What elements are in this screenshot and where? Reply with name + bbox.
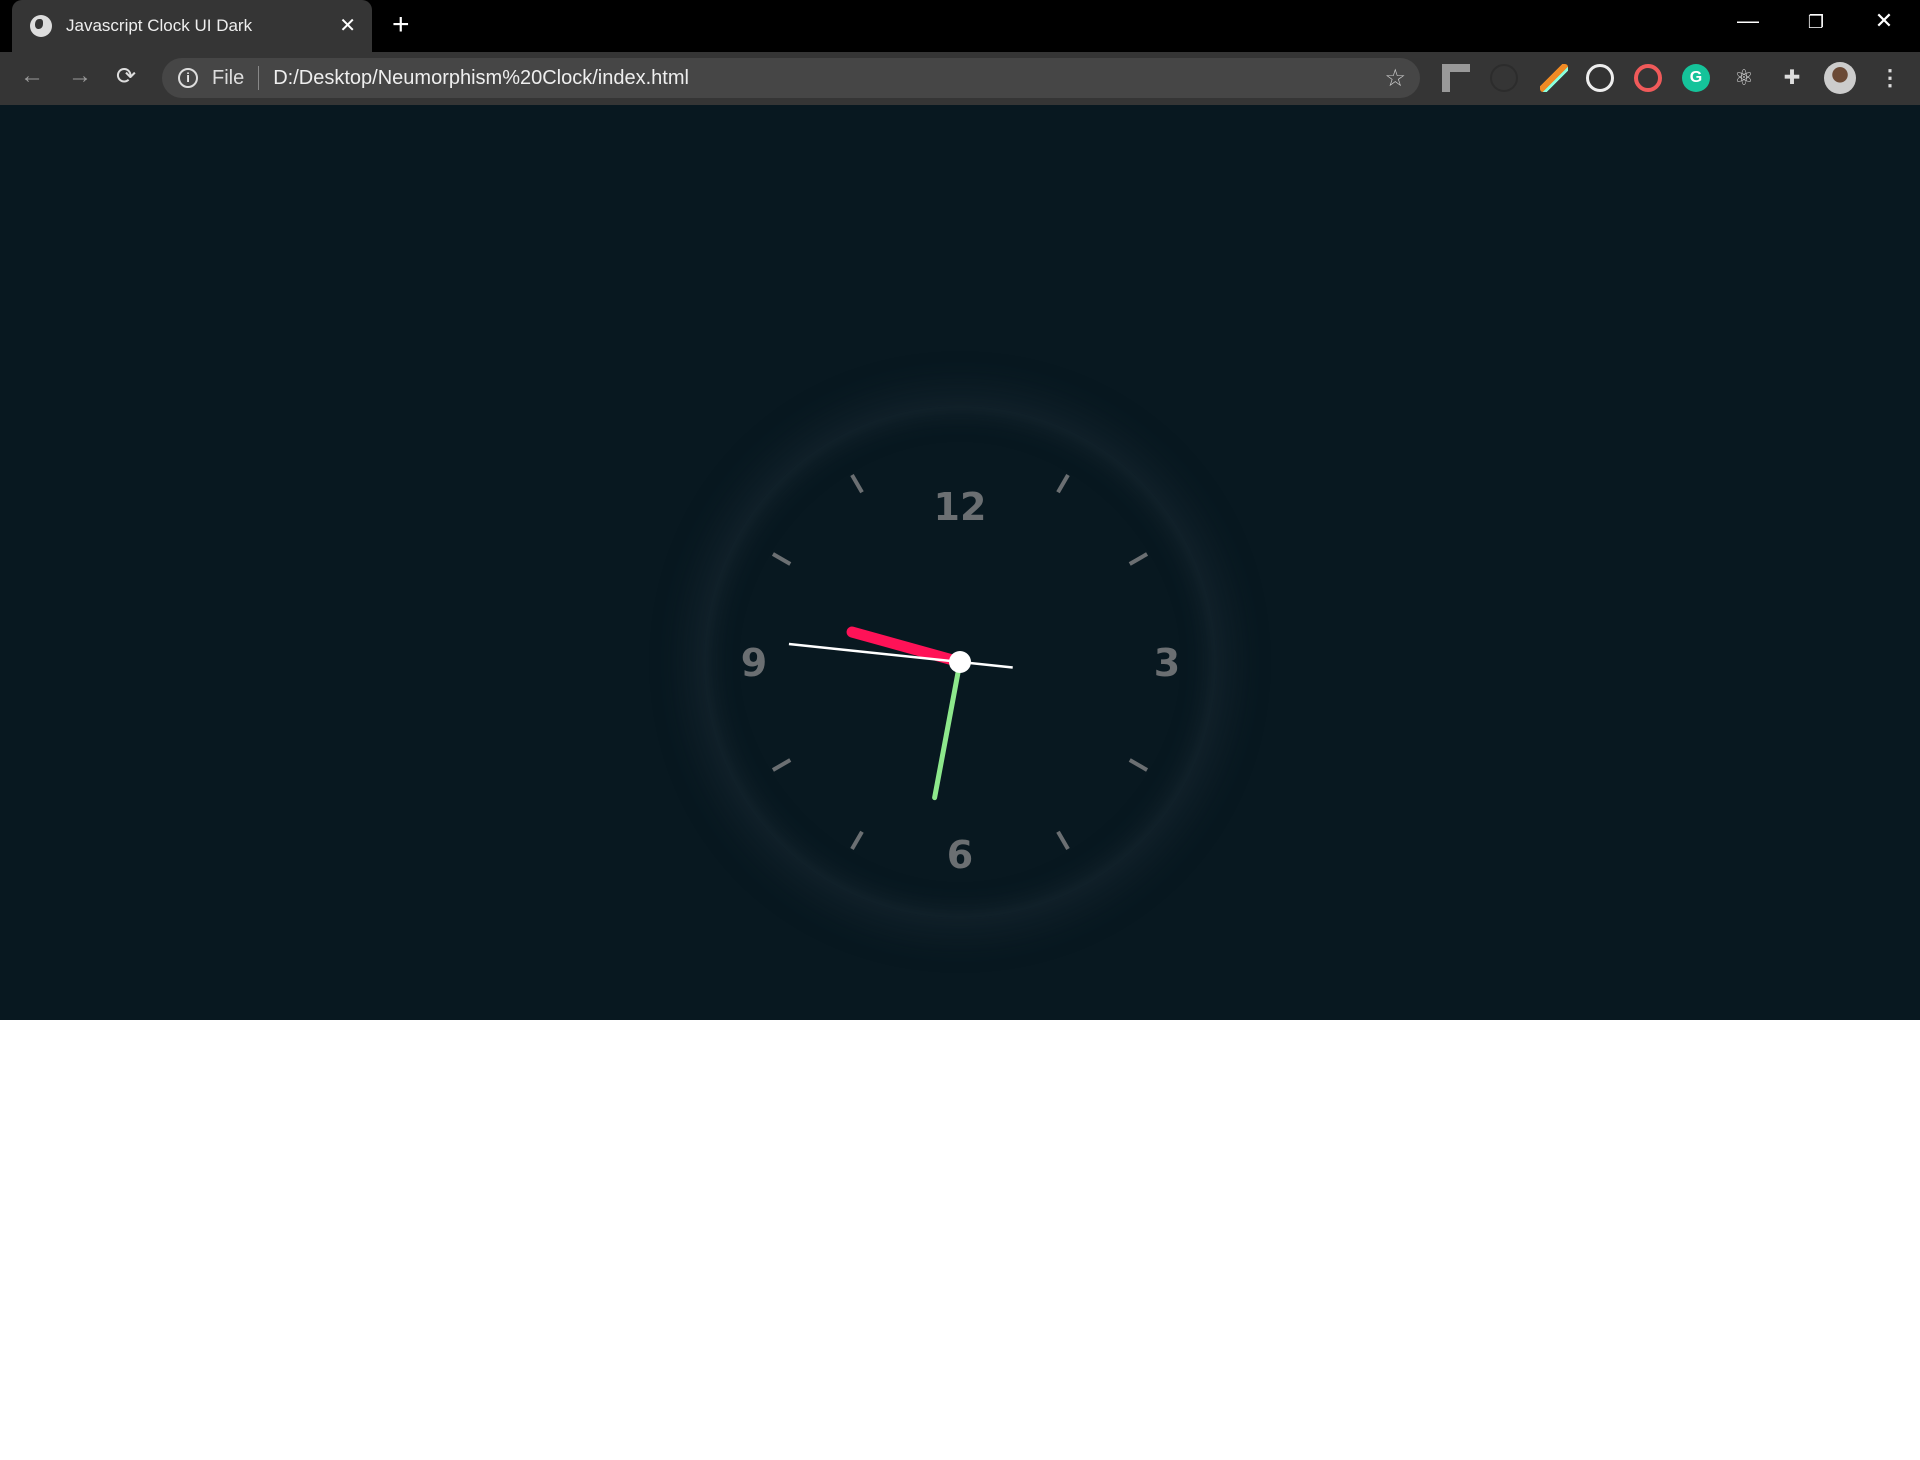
- hour-tick: [771, 552, 792, 566]
- bookmark-star-icon[interactable]: ☆: [1384, 64, 1406, 93]
- hour-tick: [1056, 830, 1070, 851]
- minute-hand: [932, 659, 963, 801]
- toolbar: ← → ⟳ i File D:/Desktop/Neumorphism%20Cl…: [0, 52, 1920, 105]
- tab-bar: Javascript Clock UI Dark ✕ + — ❐ ✕: [0, 0, 1920, 52]
- numeral-3: 3: [1154, 641, 1180, 685]
- hour-tick: [771, 758, 792, 772]
- tab-active[interactable]: Javascript Clock UI Dark ✕: [12, 0, 372, 52]
- scheme-label: File: [212, 66, 245, 89]
- extensions-puzzle-icon[interactable]: ✚: [1778, 64, 1806, 92]
- forward-button[interactable]: →: [68, 62, 92, 90]
- new-tab-button[interactable]: +: [392, 8, 410, 42]
- clock-svg: 12 3 6 9: [741, 473, 1180, 877]
- globe-icon: [30, 15, 52, 37]
- tab-title: Javascript Clock UI Dark: [66, 16, 253, 35]
- hour-tick: [850, 473, 864, 494]
- hour-tick: [850, 830, 864, 851]
- address-bar[interactable]: i File D:/Desktop/Neumorphism%20Clock/in…: [162, 58, 1420, 98]
- numeral-12: 12: [934, 485, 987, 529]
- hour-tick: [1128, 552, 1149, 566]
- tab-close-button[interactable]: ✕: [339, 13, 356, 38]
- hidden-extension-icon[interactable]: [1490, 64, 1518, 92]
- close-window-button[interactable]: ✕: [1864, 8, 1904, 34]
- profile-avatar[interactable]: [1824, 62, 1856, 94]
- hour-tick: [1128, 758, 1149, 772]
- minimize-button[interactable]: —: [1728, 8, 1768, 34]
- numeral-9: 9: [741, 641, 767, 685]
- react-devtools-icon[interactable]: ⚛: [1730, 64, 1758, 92]
- center-pin: [949, 651, 971, 673]
- page-content: 12 3 6 9: [0, 105, 1920, 1020]
- hour-tick: [1056, 473, 1070, 494]
- restore-button[interactable]: ❐: [1796, 12, 1836, 33]
- url-text[interactable]: D:/Desktop/Neumorphism%20Clock/index.htm…: [273, 67, 689, 90]
- info-icon[interactable]: i: [178, 68, 198, 88]
- color-picker-icon[interactable]: [1540, 64, 1568, 92]
- ruler-icon[interactable]: [1442, 64, 1470, 92]
- reload-button[interactable]: ⟳: [116, 62, 136, 91]
- clock-face: 12 3 6 9: [704, 406, 1216, 918]
- menu-icon[interactable]: ⋮: [1876, 64, 1904, 92]
- divider: [258, 66, 260, 90]
- speed-gauge-icon[interactable]: [1586, 64, 1614, 92]
- grammarly-icon[interactable]: G: [1682, 64, 1710, 92]
- back-button[interactable]: ←: [20, 62, 44, 90]
- swirl-extension-icon[interactable]: [1634, 64, 1662, 92]
- numeral-6: 6: [947, 833, 973, 877]
